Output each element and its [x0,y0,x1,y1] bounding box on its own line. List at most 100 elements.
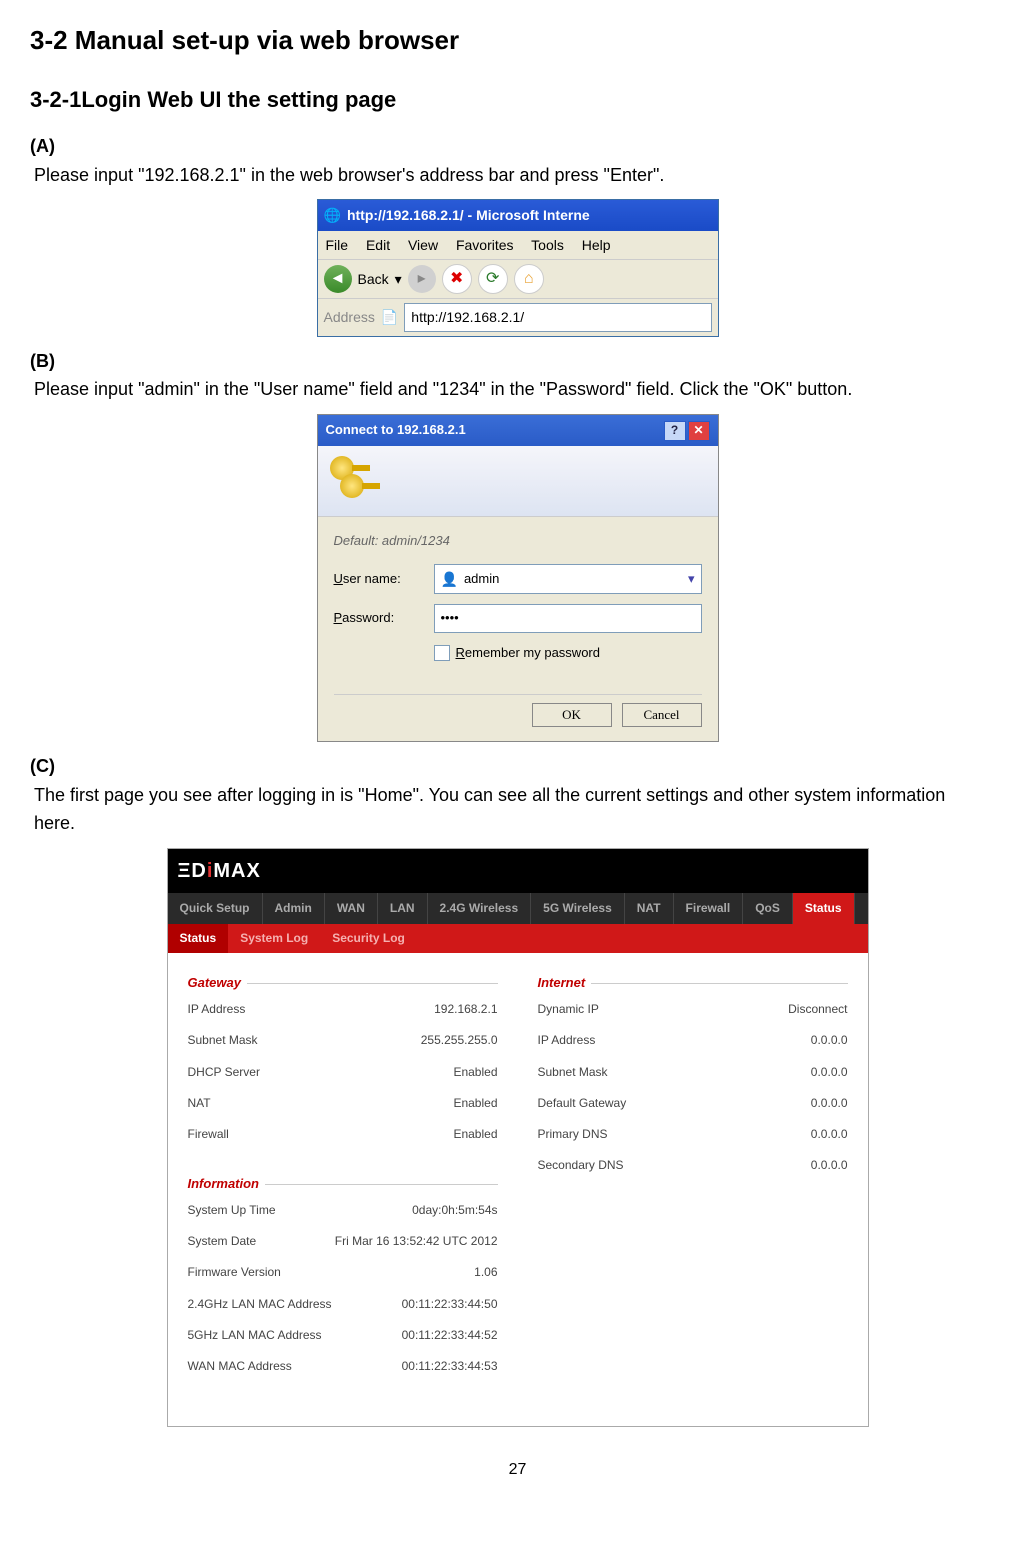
sub-nav-tab[interactable]: System Log [228,924,320,953]
remember-checkbox-row[interactable]: Remember my password [434,643,702,664]
main-nav-tab[interactable]: WAN [325,893,378,924]
router-sub-nav: StatusSystem LogSecurity Log [168,924,868,953]
back-button-label[interactable]: Back [358,268,389,290]
login-banner [318,446,718,517]
browser-toolbar: ◄ Back ▾ ▸ ✖ ⟳ ⌂ [318,259,718,299]
status-value: Fri Mar 16 13:52:42 UTC 2012 [335,1232,498,1251]
status-value: Disconnect [788,1000,847,1019]
dropdown-icon[interactable]: ▾ [688,569,695,590]
login-titlebar: Connect to 192.168.2.1 ? ✕ [318,415,718,446]
remember-label: Remember my password [456,643,601,664]
main-nav-tab[interactable]: Quick Setup [168,893,263,924]
back-button[interactable]: ◄ [324,265,352,293]
status-key: Firmware Version [188,1263,281,1282]
status-row: System DateFri Mar 16 13:52:42 UTC 2012 [188,1226,498,1257]
keys-icon [330,456,390,506]
status-key: 5GHz LAN MAC Address [188,1326,322,1345]
status-key: NAT [188,1094,211,1113]
menu-tools[interactable]: Tools [531,237,564,253]
status-value: 00:11:22:33:44:52 [402,1326,498,1345]
main-nav-tab[interactable]: NAT [625,893,674,924]
status-row: NAT Enabled [188,1088,498,1119]
status-row: Firmware Version 1.06 [188,1257,498,1288]
menu-view[interactable]: View [408,237,438,253]
status-key: Secondary DNS [538,1156,624,1175]
username-label: User name: [334,569,434,590]
information-title: Information [188,1174,266,1195]
status-value: 0.0.0.0 [811,1063,848,1082]
status-key: 2.4GHz LAN MAC Address [188,1295,332,1314]
gateway-section: Gateway IP Address192.168.2.1Subnet Mask… [188,973,498,1150]
heading-main: 3-2 Manual set-up via web browser [30,20,1005,62]
main-nav-tab[interactable]: Firewall [674,893,744,924]
login-default-note: Default: admin/1234 [334,531,702,552]
status-row: Primary DNS 0.0.0.0 [538,1119,848,1150]
status-key: Subnet Mask [538,1063,608,1082]
menu-help[interactable]: Help [582,237,611,253]
status-row: System Up Time0day:0h:5m:54s [188,1195,498,1226]
status-row: Default Gateway0.0.0.0 [538,1088,848,1119]
cancel-button[interactable]: Cancel [622,703,702,727]
status-value: 255.255.255.0 [421,1031,498,1050]
step-c-text: The first page you see after logging in … [34,781,969,839]
menu-favorites[interactable]: Favorites [456,237,514,253]
step-b-label: (B) [30,347,62,376]
main-nav-tab[interactable]: Status [793,893,855,924]
status-key: Firewall [188,1125,229,1144]
password-input[interactable]: •••• [434,604,702,633]
remember-checkbox[interactable] [434,645,450,661]
status-value: 0day:0h:5m:54s [412,1201,497,1220]
gateway-title: Gateway [188,973,247,994]
menu-file[interactable]: File [326,237,349,253]
status-value: 0.0.0.0 [811,1156,848,1175]
browser-menubar[interactable]: File Edit View Favorites Tools Help [318,231,718,259]
main-nav-tab[interactable]: LAN [378,893,428,924]
home-button[interactable]: ⌂ [514,264,544,294]
password-value: •••• [441,608,459,629]
close-button[interactable]: ✕ [688,421,710,441]
status-row: WAN MAC Address00:11:22:33:44:53 [188,1351,498,1382]
address-input[interactable]: http://192.168.2.1/ [404,303,711,331]
step-a-label: (A) [30,132,62,161]
address-bar-row: Address 📄 http://192.168.2.1/ [318,299,718,335]
main-nav-tab[interactable]: 2.4G Wireless [428,893,532,924]
main-nav-tab[interactable]: Admin [263,893,325,924]
status-key: Primary DNS [538,1125,608,1144]
status-value: 1.06 [474,1263,497,1282]
status-row: Secondary DNS 0.0.0.0 [538,1150,848,1181]
ok-button[interactable]: OK [532,703,612,727]
status-row: IP Address0.0.0.0 [538,1025,848,1056]
sub-nav-tab[interactable]: Status [168,924,229,953]
ie-icon: 🌐 [324,204,341,226]
status-key: WAN MAC Address [188,1357,292,1376]
back-dropdown-icon[interactable]: ▾ [395,268,402,290]
browser-window: 🌐 http://192.168.2.1/ - Microsoft Intern… [317,199,719,336]
status-value: Enabled [453,1094,497,1113]
page-number: 27 [30,1457,1005,1483]
username-input[interactable]: 👤 admin ▾ [434,564,702,594]
router-header: ΞDiMAX [168,849,868,893]
stop-button[interactable]: ✖ [442,264,472,294]
main-nav-tab[interactable]: 5G Wireless [531,893,625,924]
menu-edit[interactable]: Edit [366,237,390,253]
status-value: Enabled [453,1125,497,1144]
refresh-button[interactable]: ⟳ [478,264,508,294]
status-value: Enabled [453,1063,497,1082]
status-value: 0.0.0.0 [811,1125,848,1144]
main-nav-tab[interactable]: QoS [743,893,793,924]
login-title-text: Connect to 192.168.2.1 [326,420,466,441]
step-a: (A) Please input "192.168.2.1" in the we… [30,132,1005,190]
forward-button[interactable]: ▸ [408,265,436,293]
internet-section: Internet Dynamic IPDisconnectIP Address0… [538,973,848,1181]
information-section: Information System Up Time0day:0h:5m:54s… [188,1174,498,1382]
status-value: 0.0.0.0 [811,1031,848,1050]
user-icon: 👤 [441,568,458,590]
status-key: IP Address [188,1000,246,1019]
status-row: Dynamic IPDisconnect [538,994,848,1025]
sub-nav-tab[interactable]: Security Log [320,924,417,953]
password-label: Password: [334,608,434,629]
status-value: 192.168.2.1 [434,1000,497,1019]
logo-post: MAX [213,860,260,882]
step-c: (C) The first page you see after logging… [30,752,1005,838]
help-button[interactable]: ? [664,421,686,441]
